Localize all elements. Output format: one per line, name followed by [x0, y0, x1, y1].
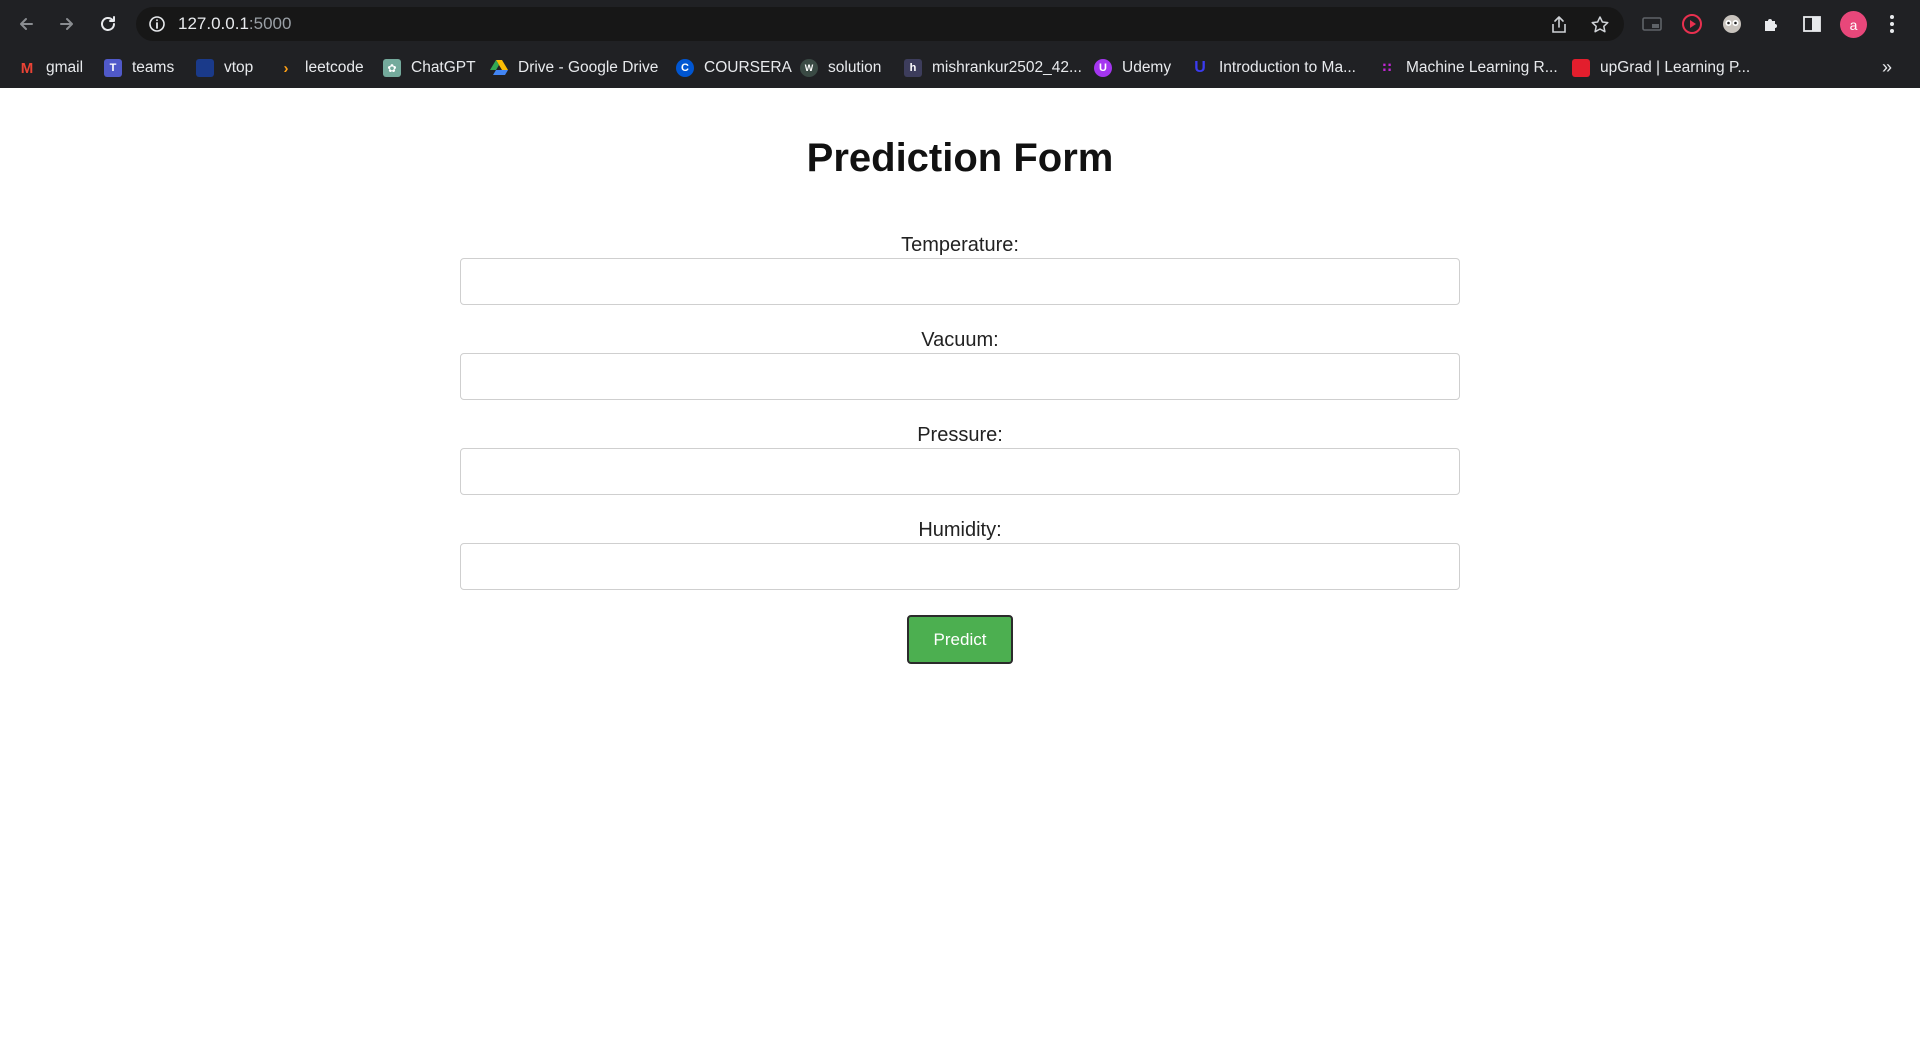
bookmark-vtop[interactable]: vtop [196, 54, 253, 82]
bookmark-label: COURSERA [704, 59, 792, 76]
google-drive-icon [490, 59, 508, 77]
bookmark-label: gmail [46, 59, 84, 76]
upgrad-icon [1572, 59, 1590, 77]
page-content: Prediction Form Temperature: Vacuum: Pre… [0, 88, 1920, 1038]
page-title: Prediction Form [806, 136, 1114, 180]
side-panel-icon[interactable] [1800, 12, 1824, 36]
address-bar[interactable]: 127.0.0.1:5000 [136, 7, 1624, 41]
humidity-label: Humidity: [918, 519, 1002, 541]
notion-icon: h [904, 59, 922, 77]
bookmark-label: ChatGPT [411, 59, 476, 76]
bookmark-teams[interactable]: Tteams [104, 54, 174, 82]
bookmark-solution[interactable]: Wsolution [800, 54, 881, 82]
reload-button[interactable] [92, 8, 124, 40]
bookmark-label: teams [132, 59, 175, 76]
media-play-extension-icon[interactable] [1680, 12, 1704, 36]
humidity-input[interactable] [460, 543, 1460, 590]
share-button[interactable] [1548, 14, 1570, 36]
browser-chrome: 127.0.0.1:5000 a Mgmail Tteams vtop › le… [0, 0, 1920, 88]
back-button[interactable] [10, 8, 42, 40]
bookmark-star-button[interactable] [1589, 14, 1611, 36]
url-port: :5000 [248, 14, 292, 33]
bookmark-label: Introduction to Ma... [1219, 59, 1356, 76]
bookmark-label: vtop [224, 59, 254, 76]
pressure-label: Pressure: [917, 424, 1003, 446]
browser-menu-icon[interactable] [1880, 12, 1904, 36]
bookmark-mishrankur[interactable]: h mishrankur2502_42... [904, 54, 1082, 82]
leetcode-icon: › [283, 59, 289, 77]
vacuum-label: Vacuum: [921, 329, 999, 351]
bookmark-coursera[interactable]: C COURSERA [676, 54, 792, 82]
vacuum-input[interactable] [460, 353, 1460, 400]
bookmark-machine-learning[interactable]: ∷ Machine Learning R... [1378, 54, 1558, 82]
bookmark-udemy[interactable]: U Udemy [1094, 54, 1171, 82]
bookmark-label: Drive - Google Drive [518, 59, 659, 76]
predict-button[interactable]: Predict [907, 615, 1013, 664]
bookmark-leetcode[interactable]: › leetcode [277, 54, 364, 82]
temperature-input[interactable] [460, 258, 1460, 305]
bookmark-label: mishrankur2502_42... [932, 59, 1082, 76]
temperature-label: Temperature: [901, 234, 1019, 256]
gmail-icon: M [20, 59, 34, 77]
url-host: 127.0.0.1 [178, 14, 249, 33]
arrow-right-icon [60, 18, 73, 30]
info-icon[interactable] [148, 15, 166, 33]
bookmark-label: upGrad | Learning P... [1600, 59, 1751, 76]
pressure-input[interactable] [460, 448, 1460, 495]
forward-button[interactable] [51, 8, 83, 40]
bookmark-google-drive[interactable]: Drive - Google Drive [490, 54, 658, 82]
extensions-puzzle-icon[interactable] [1760, 12, 1784, 36]
bookmark-gmail[interactable]: Mgmail [18, 54, 83, 82]
solution-icon: W [800, 59, 818, 77]
reload-icon [101, 16, 115, 31]
bookmark-upgrad[interactable]: upGrad | Learning P... [1572, 54, 1750, 82]
cast-icon[interactable] [1640, 12, 1664, 36]
bookmarks-bar: Mgmail Tteams vtop › leetcode ✿ ChatGPT Dr… [0, 49, 1920, 88]
teams-icon: T [104, 59, 122, 77]
browser-toolbar: 127.0.0.1:5000 a [0, 0, 1920, 49]
profile-avatar[interactable]: a [1840, 11, 1867, 38]
coursera-icon: C [676, 59, 694, 77]
ml-icon: ∷ [1382, 60, 1392, 75]
bookmark-label: Udemy [1122, 59, 1172, 76]
share-icon [1552, 16, 1566, 33]
course-icon: U [1194, 59, 1206, 76]
bookmark-chatgpt[interactable]: ✿ ChatGPT [383, 54, 476, 82]
chatgpt-icon: ✿ [383, 59, 401, 77]
udemy-icon: U [1094, 59, 1112, 77]
vtop-icon [196, 59, 214, 77]
arrow-left-icon [20, 18, 33, 30]
bookmark-introduction[interactable]: U Introduction to Ma... [1191, 54, 1356, 82]
owl-extension-icon[interactable] [1720, 12, 1744, 36]
more-bookmarks-chevron-icon[interactable]: » [1882, 57, 1892, 78]
bookmark-label: leetcode [305, 59, 364, 76]
star-icon [1591, 16, 1609, 33]
url-text[interactable]: 127.0.0.1:5000 [178, 14, 291, 34]
bookmark-label: solution [828, 59, 882, 76]
bookmark-label: Machine Learning R... [1406, 59, 1558, 76]
